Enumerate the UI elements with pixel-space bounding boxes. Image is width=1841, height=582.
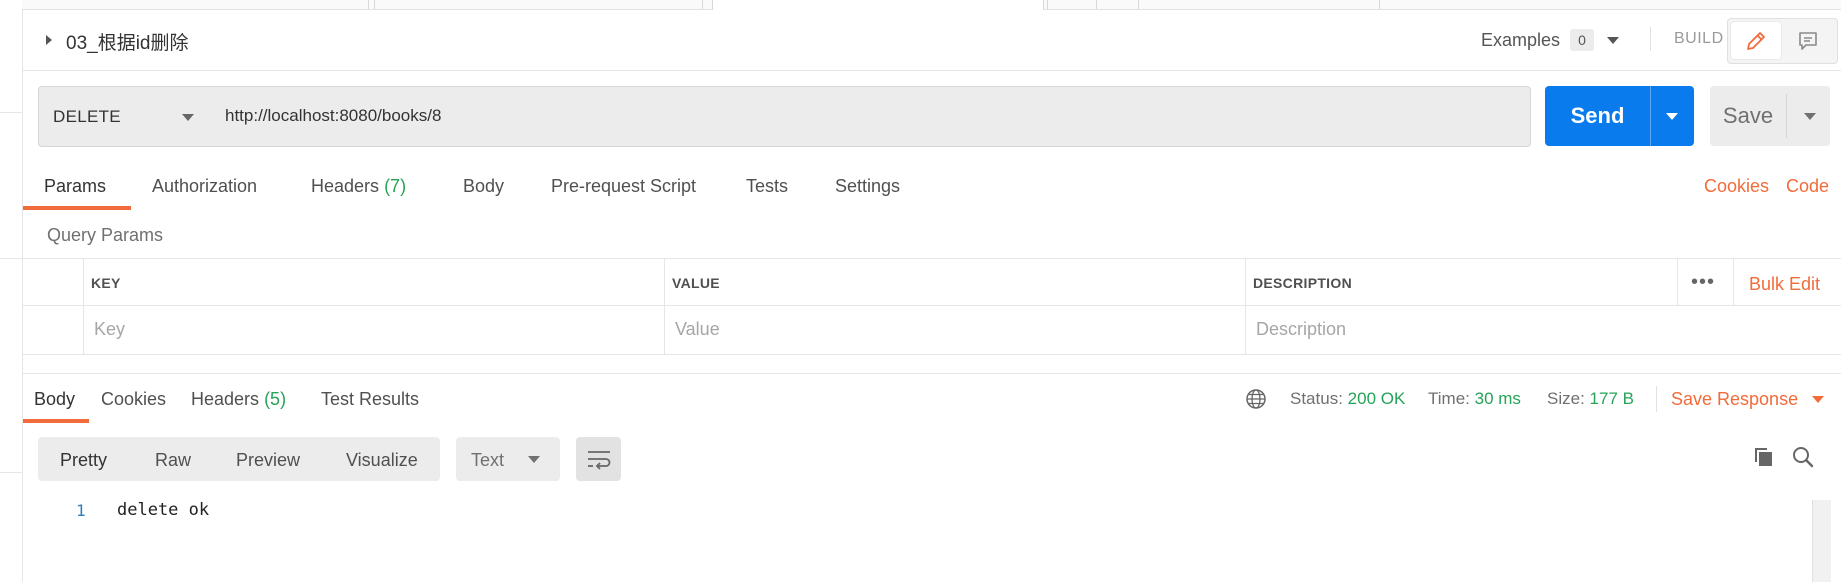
wrap-lines-icon (587, 451, 610, 470)
send-label: Send (1570, 103, 1625, 128)
value-input[interactable]: Value (675, 319, 720, 340)
method-value: DELETE (53, 107, 121, 126)
tab-tests[interactable]: Tests (746, 176, 788, 197)
time-label: Time: (1428, 389, 1470, 408)
view-mode-group: Pretty Raw Preview Visualize (38, 437, 440, 481)
tab-body[interactable]: Body (463, 176, 504, 197)
request-name[interactable]: 03_根据id删除 (66, 28, 189, 55)
size-readout: Size: 177 B (1547, 389, 1634, 409)
url-input[interactable]: http://localhost:8080/books/8 (210, 86, 1531, 147)
size-label: Size: (1547, 389, 1585, 408)
description-input[interactable]: Description (1256, 319, 1346, 340)
save-label: Save (1722, 103, 1774, 128)
response-headers-count: (5) (264, 389, 287, 409)
scrollbar[interactable] (1812, 500, 1831, 582)
examples-label[interactable]: Examples (1481, 30, 1560, 51)
response-divider (22, 373, 1841, 374)
chevron-down-icon (182, 114, 194, 121)
tab-pre-request-script[interactable]: Pre-request Script (551, 176, 696, 197)
send-button[interactable]: Send (1545, 86, 1694, 146)
status-readout: Status: 200 OK (1290, 389, 1405, 409)
active-tab-indicator (23, 206, 131, 210)
line-number: 1 (76, 501, 86, 520)
divider (1650, 86, 1651, 146)
active-response-tab-indicator (23, 419, 89, 423)
wrap-lines-button[interactable] (576, 437, 621, 481)
chevron-down-icon (528, 456, 540, 463)
comment-icon (1799, 31, 1817, 50)
save-options-chevron-icon[interactable] (1804, 113, 1816, 120)
time-readout: Time: 30 ms (1428, 389, 1521, 409)
edit-mode-button[interactable] (1731, 22, 1781, 59)
headers-count: (7) (384, 176, 407, 196)
chevron-down-icon[interactable] (1607, 37, 1619, 44)
bulk-edit-link[interactable]: Bulk Edit (1749, 274, 1820, 295)
column-header-key: KEY (91, 275, 121, 291)
time-value: 30 ms (1474, 389, 1521, 408)
format-value: Text (471, 450, 505, 470)
size-value: 177 B (1589, 389, 1634, 408)
caret-right-icon[interactable] (46, 35, 52, 45)
response-tab-body[interactable]: Body (34, 389, 75, 410)
pencil-icon (1747, 31, 1765, 50)
column-header-value: VALUE (672, 275, 720, 291)
status-value: 200 OK (1347, 389, 1406, 408)
sidebar-edge (0, 0, 23, 582)
response-body-line[interactable]: delete ok (117, 500, 209, 520)
key-input[interactable]: Key (94, 319, 125, 340)
copy-icon[interactable] (1752, 445, 1776, 469)
comments-button[interactable] (1783, 22, 1833, 59)
response-tab-cookies[interactable]: Cookies (101, 389, 166, 410)
view-raw[interactable]: Raw (155, 450, 191, 471)
tab-strip (22, 0, 1841, 10)
response-tab-headers[interactable]: Headers (5) (191, 389, 286, 410)
more-options-icon[interactable]: ••• (1691, 271, 1715, 294)
view-visualize[interactable]: Visualize (346, 450, 418, 471)
search-icon[interactable] (1791, 445, 1815, 469)
method-select[interactable]: DELETE (38, 86, 212, 147)
tab-params[interactable]: Params (44, 176, 106, 197)
cookies-link[interactable]: Cookies (1704, 176, 1769, 197)
divider (1786, 94, 1787, 138)
tab-settings[interactable]: Settings (835, 176, 900, 197)
divider (1656, 386, 1657, 412)
response-tab-headers-label: Headers (191, 389, 260, 409)
format-select[interactable]: Text (456, 437, 560, 481)
view-pretty[interactable]: Pretty (60, 450, 107, 471)
examples-count-badge: 0 (1570, 29, 1594, 51)
code-link[interactable]: Code (1786, 176, 1829, 197)
build-mode-label[interactable]: BUILD (1674, 30, 1724, 48)
url-value: http://localhost:8080/books/8 (225, 106, 442, 125)
view-preview[interactable]: Preview (236, 450, 300, 471)
query-params-table: KEY VALUE DESCRIPTION ••• Bulk Edit Key … (22, 258, 1841, 355)
mode-toggle-group (1727, 18, 1838, 64)
globe-icon[interactable] (1245, 388, 1267, 410)
active-request-tab[interactable] (712, 0, 1044, 10)
query-params-title: Query Params (47, 225, 164, 245)
send-options-chevron-icon[interactable] (1666, 113, 1678, 120)
divider (1650, 27, 1651, 51)
request-name-bar: 03_根据id删除 Examples 0 BUILD (22, 10, 1841, 71)
save-button[interactable]: Save (1710, 86, 1830, 146)
chevron-down-icon[interactable] (1812, 396, 1824, 403)
tab-authorization[interactable]: Authorization (152, 176, 257, 197)
tab-headers-label: Headers (311, 176, 380, 196)
column-header-description: DESCRIPTION (1253, 275, 1352, 291)
tab-headers[interactable]: Headers (7) (311, 176, 406, 197)
response-tab-test-results[interactable]: Test Results (321, 389, 419, 410)
status-label: Status: (1290, 389, 1343, 408)
save-response-button[interactable]: Save Response (1671, 389, 1798, 410)
